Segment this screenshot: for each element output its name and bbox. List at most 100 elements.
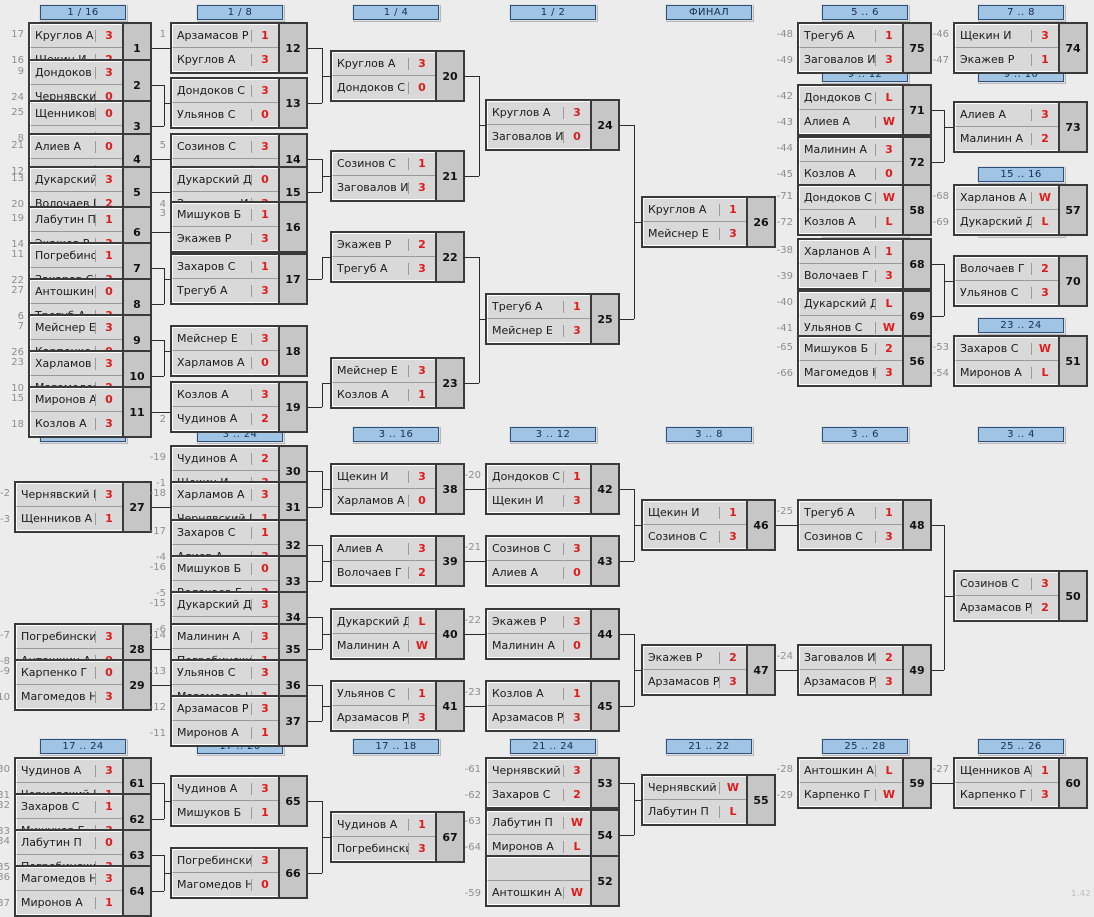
player-row[interactable]: Погребинский А3 (172, 849, 278, 873)
match-box[interactable]: Мишуков Б 2 Магомедов Н 3 56 (797, 335, 932, 387)
match-box[interactable]: Мишуков Б 1 Экажев Р 3 16 (170, 201, 308, 253)
player-row[interactable]: Щекин И 3 (955, 24, 1058, 48)
player-row[interactable]: Дондоков С0 (332, 76, 435, 100)
player-row[interactable]: Харламов А3 (30, 352, 122, 376)
match-box[interactable]: Антошкин А W 52 (485, 855, 620, 907)
player-row[interactable]: Щенников А1 (955, 759, 1058, 783)
match-box[interactable]: Экажев Р 2 Арзамасов Р 3 47 (641, 644, 776, 696)
player-row[interactable]: Волочаев Г 2 (332, 561, 435, 585)
match-box[interactable]: Харланов А W Дукарский Д L 57 (953, 184, 1088, 236)
player-row[interactable]: Ульянов С 3 (172, 661, 278, 685)
player-row[interactable]: Арзамасов Р3 (487, 706, 590, 730)
match-box[interactable]: Лабутин П W Миронов А L 54 (485, 809, 620, 861)
match-box[interactable]: Захаров С 1 Трегуб А 3 17 (170, 253, 308, 305)
match-box[interactable]: Волочаев Г 2 Ульянов С 3 70 (953, 255, 1088, 307)
player-row[interactable]: Лабутин П 0 (16, 831, 122, 855)
player-row[interactable]: Козлов А L (799, 210, 902, 234)
match-box[interactable]: Арзамасов Р 3 Миронов А 1 37 (170, 695, 308, 747)
player-row[interactable]: Экажев Р 3 (172, 227, 278, 251)
match-box[interactable]: Чернявский М3 Захаров С 253 (485, 757, 620, 809)
match-box[interactable]: Дукарский Д L Малинин А W 40 (330, 608, 465, 660)
player-row[interactable]: Козлов А 1 (487, 682, 590, 706)
player-row[interactable]: Малинин А 0 (487, 634, 590, 658)
player-row[interactable]: Ульянов С 0 (172, 103, 278, 127)
match-box[interactable]: Щекин И 1 Созинов С 3 46 (641, 499, 776, 551)
match-box[interactable]: Магомедов Н 3 Миронов А 1 64 (14, 865, 152, 917)
player-row[interactable]: Круглов А 1 (643, 198, 746, 222)
player-row[interactable]: Малинин А 2 (955, 127, 1058, 151)
player-row[interactable]: Погребинский А3 (332, 837, 435, 861)
player-row[interactable]: Захаров С 1 (172, 521, 278, 545)
player-row[interactable]: Алиев А 0 (487, 561, 590, 585)
match-box[interactable]: Щекин И 3 Экажев Р 1 74 (953, 22, 1088, 74)
player-row[interactable]: Магомедов Н0 (172, 873, 278, 897)
match-box[interactable]: Алиев А 3 Малинин А 2 73 (953, 101, 1088, 153)
player-row[interactable]: Захаров С 1 (172, 255, 278, 279)
player-row[interactable]: Созинов С 1 (332, 152, 435, 176)
player-row[interactable]: Ульянов С 3 (955, 281, 1058, 305)
player-row[interactable]: Арзамасов Р1 (172, 24, 278, 48)
match-box[interactable]: Круглов А 1 Мейснер Е 3 26 (641, 196, 776, 248)
player-row[interactable]: Дондоков СW (799, 186, 902, 210)
match-box[interactable]: Чернявский М 3 Щенников А 1 27 (14, 481, 152, 533)
player-row[interactable]: Арзамасов Р3 (799, 670, 902, 694)
player-row[interactable]: Чудинов А 3 (172, 777, 278, 801)
player-row[interactable]: Волочаев Г 2 (955, 257, 1058, 281)
player-row[interactable]: Дукарский ДL (955, 210, 1058, 234)
player-row[interactable]: Заговалов И2 (799, 646, 902, 670)
player-row[interactable]: Антошкин А0 (30, 280, 122, 304)
player-row[interactable]: Круглов А3 (332, 52, 435, 76)
player-row[interactable]: Малинин А W (332, 634, 435, 658)
player-row[interactable]: Трегуб А 1 (799, 24, 902, 48)
player-row[interactable]: Мейснер Е 3 (643, 222, 746, 246)
player-row[interactable]: Харланов А 1 (799, 240, 902, 264)
player-row[interactable]: Алиев А W (799, 110, 902, 134)
player-row[interactable]: Мишуков Б 2 (799, 337, 902, 361)
player-row[interactable]: Антошкин АW (487, 881, 590, 905)
player-row[interactable]: Дондоков С 3 (172, 79, 278, 103)
player-row[interactable]: Мишуков Б 0 (172, 557, 278, 581)
player-row[interactable]: Захаров С W (955, 337, 1058, 361)
match-box[interactable]: Арзамасов Р 1 Круглов А 3 12 (170, 22, 308, 74)
player-row[interactable]: Козлов А 1 (332, 383, 435, 407)
player-row[interactable]: Чернявский М3 (487, 759, 590, 783)
player-row[interactable]: Экажев Р 2 (643, 646, 746, 670)
match-box[interactable]: Экажев Р 3 Малинин А 0 44 (485, 608, 620, 660)
match-box[interactable]: Круглов А 3 Дондоков С 0 20 (330, 50, 465, 102)
player-row[interactable]: Миронов А0 (30, 388, 122, 412)
player-row[interactable]: Трегуб А 3 (172, 279, 278, 303)
player-row[interactable]: Алиев А 3 (332, 537, 435, 561)
player-row[interactable]: Дондоков С1 (487, 465, 590, 489)
match-box[interactable]: Харланов А 1 Волочаев Г 3 68 (797, 238, 932, 290)
player-row[interactable]: Заговалов И3 (799, 48, 902, 72)
match-box[interactable]: Дондоков С L Алиев А W 71 (797, 84, 932, 136)
player-row[interactable]: Созинов С 3 (955, 572, 1058, 596)
player-row[interactable]: Дукарский Д3 (172, 593, 278, 617)
player-row[interactable]: Магомедов Н3 (16, 867, 122, 891)
player-row[interactable]: Малинин А 3 (172, 625, 278, 649)
player-row[interactable]: Арзамасов Р2 (955, 596, 1058, 620)
player-row[interactable]: Арзамасов Р3 (332, 706, 435, 730)
player-row[interactable]: Арзамасов Р3 (643, 670, 746, 694)
player-row[interactable]: Созинов С 3 (487, 537, 590, 561)
player-row[interactable]: Лабутин П1 (30, 208, 122, 232)
match-box[interactable]: Круглов А 3 Заговалов И 0 24 (485, 99, 620, 151)
player-row[interactable]: Созинов С 3 (643, 525, 746, 549)
player-row[interactable]: Захаров С 2 (487, 783, 590, 807)
player-row[interactable]: Карпенко Г 0 (16, 661, 122, 685)
player-row[interactable]: Круглов А3 (30, 24, 122, 48)
player-row[interactable]: Чернявский МW (643, 776, 746, 800)
player-row[interactable]: Трегуб А 1 (799, 501, 902, 525)
player-row[interactable]: Арзамасов Р3 (172, 697, 278, 721)
player-row[interactable]: Дондоков СL (799, 86, 902, 110)
player-row[interactable]: Миронов А 1 (16, 891, 122, 915)
match-box[interactable]: Захаров С W Миронов А L 51 (953, 335, 1088, 387)
player-row[interactable]: Трегуб А 1 (487, 295, 590, 319)
match-box[interactable]: Дондоков С 1 Щекин И 3 42 (485, 463, 620, 515)
player-row[interactable]: Магомедов Н3 (799, 361, 902, 385)
match-box[interactable]: Чудинов А1Погребинский А367 (330, 811, 465, 863)
match-box[interactable]: Трегуб А 1 Заговалов И 3 75 (797, 22, 932, 74)
player-row[interactable]: Чудинов А 2 (172, 407, 278, 431)
player-row[interactable]: Щенников А0 (30, 102, 122, 126)
player-row[interactable]: Волочаев Г 3 (799, 264, 902, 288)
